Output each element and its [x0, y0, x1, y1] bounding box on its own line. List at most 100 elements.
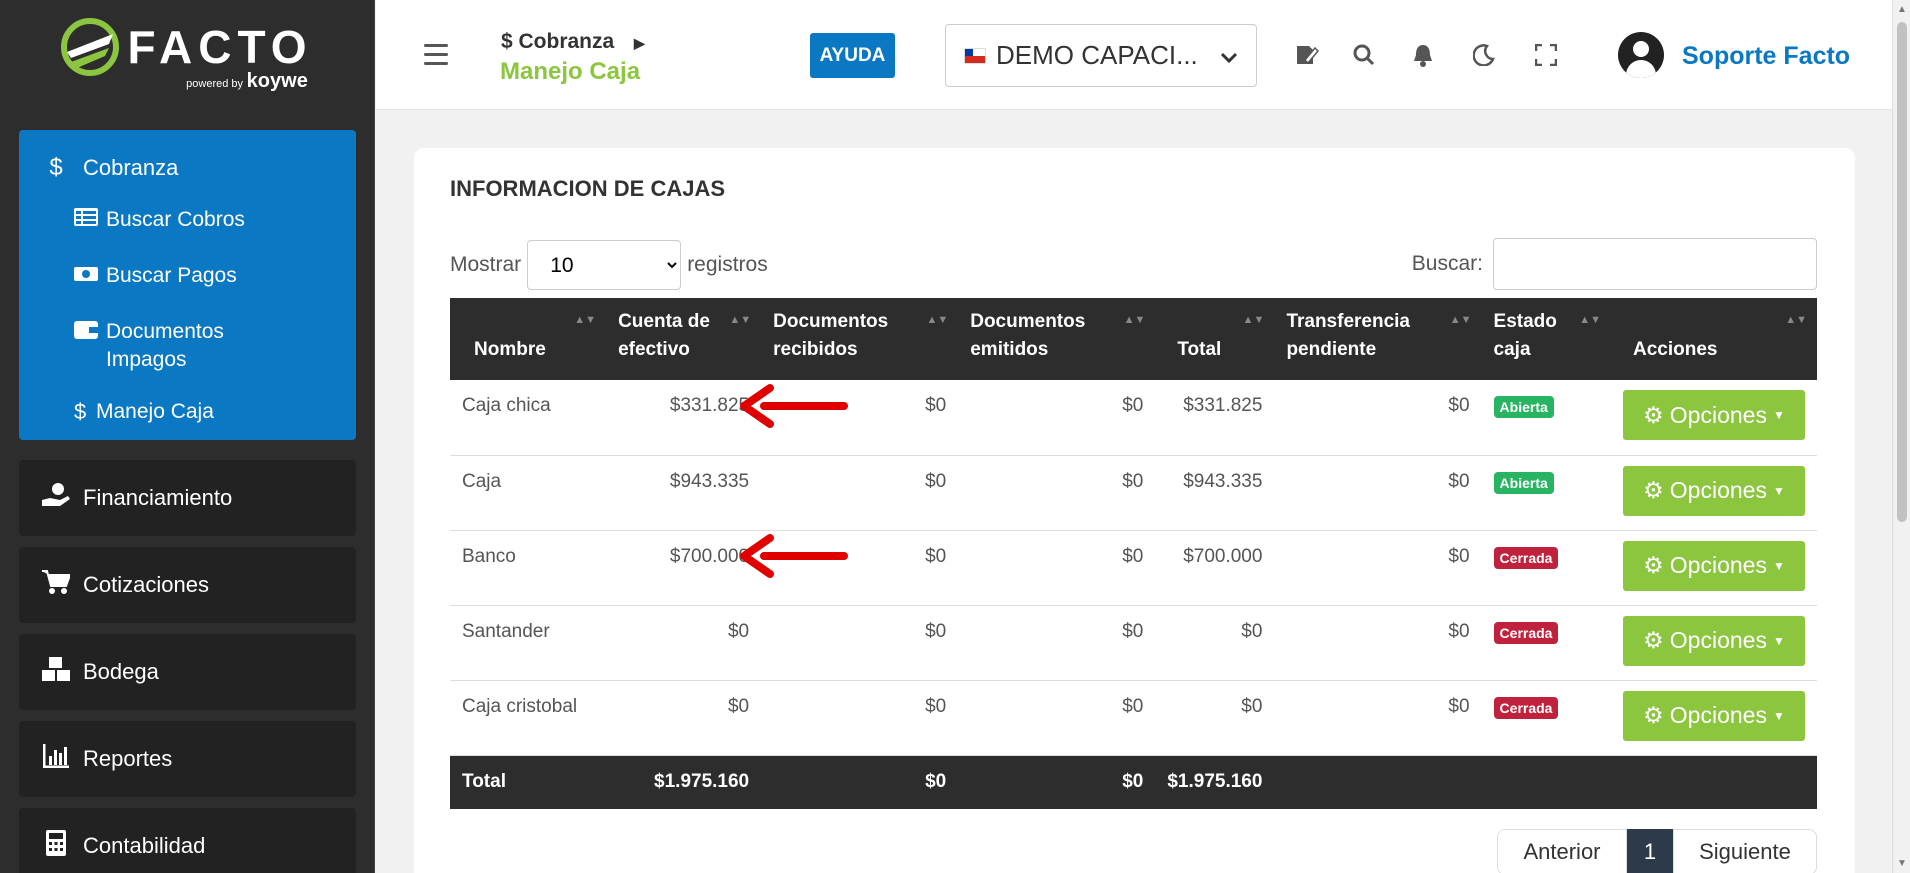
column-header-efectivo[interactable]: Cuenta de efectivo ▲▼: [606, 298, 762, 380]
chevron-down-icon: [1220, 40, 1238, 71]
table-footer-row: Total $1.975.160 $0 $0 $1.975.160: [450, 755, 1817, 809]
search-icon[interactable]: [1351, 42, 1377, 68]
cell-nombre: Caja chica: [450, 380, 607, 456]
pagination-next[interactable]: Siguiente: [1673, 829, 1817, 873]
cell-total: $0: [1155, 680, 1275, 756]
dollar-icon: $: [74, 399, 87, 424]
cell-transferencia: $0: [1274, 380, 1482, 456]
cell-estado: Cerrada: [1481, 680, 1611, 756]
length-prefix: Mostrar: [450, 253, 522, 276]
topbar: $ Cobranza ▶ Manejo Caja AYUDA DEMO CAPA…: [376, 0, 1892, 110]
pagination-prev[interactable]: Anterior: [1497, 829, 1627, 873]
sidebar-subitem-manejo-caja[interactable]: $ Manejo Caja: [19, 398, 356, 438]
gear-icon: ⚙: [1643, 627, 1664, 653]
facto-logo-icon: [61, 17, 120, 76]
scroll-down-icon[interactable]: ▼: [1897, 858, 1907, 869]
cell-nombre: Caja: [450, 455, 607, 531]
menu-toggle-icon[interactable]: [424, 44, 448, 71]
length-suffix: registros: [687, 253, 768, 276]
options-button[interactable]: ⚙ Opciones ▼: [1623, 390, 1805, 440]
status-badge: Cerrada: [1493, 696, 1559, 719]
caret-right-icon: ▶: [634, 35, 645, 51]
table-row: Caja chica $331.825 $0 $0 $331.825 $0 Ab…: [450, 380, 1817, 456]
calculator-icon: [41, 829, 71, 863]
table-row: Santander $0 $0 $0 $0 $0 Cerrada ⚙ Opcion…: [450, 605, 1817, 681]
cell-estado: Abierta: [1481, 380, 1611, 456]
sidebar-item-contabilidad[interactable]: Contabilidad: [19, 808, 356, 873]
sort-icon: ▲▼: [1785, 314, 1807, 326]
page-length-control: Mostrar 10 registros: [450, 240, 768, 290]
sidebar-item-cotizaciones[interactable]: Cotizaciones: [19, 547, 356, 623]
sidebar-item-reportes[interactable]: Reportes: [19, 721, 356, 797]
sort-icon: ▲▼: [1449, 314, 1472, 326]
options-button[interactable]: ⚙ Opciones ▼: [1623, 540, 1805, 591]
options-button[interactable]: ⚙ Opciones ▼: [1623, 615, 1805, 666]
column-header-recibidos[interactable]: Documentos recibidos ▲▼: [761, 298, 959, 380]
cell-recibidos: $0: [761, 455, 959, 531]
cell-total: $700.000: [1155, 530, 1275, 606]
money-icon: [74, 262, 100, 290]
column-header-nombre[interactable]: Nombre ▲▼: [450, 298, 607, 380]
company-selector-label: DEMO CAPACI...: [996, 40, 1198, 70]
cell-acciones: ⚙ Opciones ▼: [1611, 380, 1817, 456]
sidebar-subitem-buscar-pagos[interactable]: Buscar Pagos: [19, 262, 356, 318]
sidebar-subitem-buscar-cobros[interactable]: Buscar Cobros: [19, 206, 356, 262]
column-header-emitidos[interactable]: Documentos emitidos ▲▼: [958, 298, 1156, 380]
help-button[interactable]: AYUDA: [810, 33, 895, 78]
cell-emitidos: $0: [958, 680, 1156, 756]
chart-icon: [41, 743, 71, 775]
page-length-select[interactable]: 10: [527, 240, 682, 290]
bell-icon[interactable]: [1410, 42, 1436, 68]
sort-icon: ▲▼: [729, 314, 752, 326]
cell-estado: Cerrada: [1481, 605, 1611, 681]
cell-efectivo: $943.335: [606, 455, 762, 531]
cajas-card: INFORMACION DE CAJAS Mostrar 10 registro…: [414, 148, 1855, 873]
caret-down-icon: ▼: [1772, 708, 1785, 723]
fullscreen-icon[interactable]: [1533, 42, 1559, 68]
footer-empty: [1481, 755, 1611, 809]
sidebar: FACTO powered by koywe $ Cobranza Buscar…: [0, 0, 375, 873]
sidebar-item-bodega[interactable]: Bodega: [19, 634, 356, 710]
sidebar-item-cobranza[interactable]: $ Cobranza: [19, 130, 356, 206]
annotation-arrow-icon: [740, 534, 848, 578]
logo[interactable]: FACTO powered by koywe: [0, 0, 374, 110]
footer-empty: [1611, 755, 1817, 809]
page-scrollbar[interactable]: ▲ ▼: [1892, 0, 1910, 873]
cell-emitidos: $0: [958, 380, 1156, 456]
column-header-transferencia[interactable]: Transferencia pendiente ▲▼: [1274, 298, 1482, 380]
options-button[interactable]: ⚙ Opciones ▼: [1623, 465, 1805, 516]
sort-icon: ▲▼: [926, 314, 949, 326]
status-badge: Abierta: [1493, 396, 1554, 418]
dollar-icon: $: [49, 154, 63, 181]
pagination-page-1[interactable]: 1: [1627, 829, 1673, 873]
pagination: Anterior 1 Siguiente: [1497, 829, 1817, 873]
cell-recibidos: $0: [761, 680, 959, 756]
scroll-up-icon[interactable]: ▲: [1897, 4, 1907, 15]
sidebar-subitem-documentos-impagos[interactable]: Documentos Impagos: [19, 318, 356, 398]
company-selector[interactable]: DEMO CAPACI...: [945, 24, 1257, 87]
options-button[interactable]: ⚙ Opciones ▼: [1623, 690, 1805, 741]
gear-icon: ⚙: [1643, 477, 1664, 503]
gear-icon: ⚙: [1643, 702, 1664, 728]
user-name[interactable]: Soporte Facto: [1682, 42, 1850, 71]
sign-document-icon[interactable]: [1294, 42, 1320, 68]
sort-icon: ▲▼: [574, 314, 597, 326]
page-title: Manejo Caja: [500, 58, 641, 85]
boxes-icon: [41, 656, 71, 689]
scrollbar-thumb[interactable]: [1897, 22, 1907, 522]
breadcrumb[interactable]: $ Cobranza ▶: [501, 30, 645, 54]
brand-powered: powered by koywe: [186, 69, 308, 92]
column-header-total[interactable]: Total ▲▼: [1155, 298, 1275, 380]
cell-emitidos: $0: [958, 530, 1156, 606]
moon-icon[interactable]: [1471, 42, 1497, 68]
column-header-estado[interactable]: Estado caja ▲▼: [1481, 298, 1611, 380]
hand-money-icon: [41, 482, 71, 515]
search-input[interactable]: [1493, 238, 1817, 290]
sidebar-item-financiamiento[interactable]: Financiamiento: [19, 460, 356, 536]
card-title: INFORMACION DE CAJAS: [450, 176, 726, 201]
gear-icon: ⚙: [1643, 401, 1664, 428]
avatar[interactable]: [1618, 32, 1664, 78]
table-row: Caja cristobal $0 $0 $0 $0 $0 Cerrada ⚙ O…: [450, 680, 1817, 756]
cell-nombre: Santander: [450, 605, 607, 681]
footer-emitidos: $0: [958, 755, 1156, 809]
